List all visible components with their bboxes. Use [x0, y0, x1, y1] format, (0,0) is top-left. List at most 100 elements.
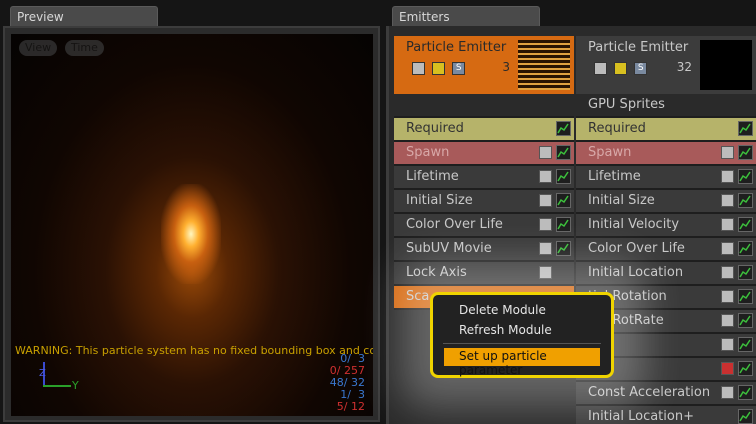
stat-value: 5/ 12: [336, 400, 365, 413]
emitter-title: Particle Emitter: [588, 40, 689, 55]
solo-icon[interactable]: S: [634, 62, 648, 75]
module-row[interactable]: Initial Location: [576, 262, 756, 286]
menu-item-delete-module[interactable]: Delete Module: [459, 303, 546, 317]
curve-editor-icon[interactable]: [738, 193, 753, 208]
module-label: Lock Axis: [406, 265, 467, 280]
bounding-box-warning: WARNING: This particle system has no fix…: [15, 344, 373, 357]
module-row[interactable]: Initial Velocity: [576, 214, 756, 238]
enable-checkbox[interactable]: [721, 266, 734, 279]
preview-viewport[interactable]: View Time WARNING: This particle system …: [11, 34, 373, 416]
menu-item-set-up-particle-parameter[interactable]: Set up particle parameter: [444, 348, 600, 377]
curve-editor-icon[interactable]: [738, 337, 753, 352]
module-row[interactable]: Initial Size: [576, 190, 756, 214]
module-row[interactable]: Color Over Life: [394, 214, 574, 238]
enable-checkbox[interactable]: [721, 194, 734, 207]
emitter-icons: S: [594, 62, 650, 77]
emitter-header-2[interactable]: Particle Emitter S 32: [576, 36, 756, 94]
curve-editor-icon[interactable]: [556, 193, 571, 208]
module-row[interactable]: Initial Size: [394, 190, 574, 214]
emitter-header-1[interactable]: Particle Emitter S 3: [394, 36, 574, 94]
emitter-thumbnail: [700, 40, 752, 90]
module-row[interactable]: Lock Axis: [394, 262, 574, 286]
curve-editor-icon[interactable]: [556, 145, 571, 160]
module-label: Lifetime: [588, 169, 641, 184]
module-label: Initial Location: [588, 265, 684, 280]
module-row[interactable]: Required: [394, 118, 574, 142]
curve-editor-icon[interactable]: [556, 169, 571, 184]
curve-editor-icon[interactable]: [738, 313, 753, 328]
module-row[interactable]: Lifetime: [576, 166, 756, 190]
module-label: Color Over Life: [406, 217, 503, 232]
enable-checkbox[interactable]: [721, 338, 734, 351]
module-row[interactable]: Required: [576, 118, 756, 142]
enable-checkbox[interactable]: [539, 194, 552, 207]
axis-y-label: Y: [72, 379, 79, 392]
menu-item-label: Set up particle parameter: [459, 349, 547, 377]
curve-editor-icon[interactable]: [738, 385, 753, 400]
emitter-icons: S: [412, 62, 468, 77]
axis-gizmo: Z Y: [37, 362, 79, 392]
enable-checkbox[interactable]: [721, 386, 734, 399]
module-label: SubUV Movie: [406, 241, 492, 256]
module-label: Initial Size: [406, 193, 473, 208]
menu-separator: [443, 343, 601, 344]
curve-editor-icon[interactable]: [738, 265, 753, 280]
axis-z-label: Z: [39, 368, 46, 379]
curve-editor-icon[interactable]: [738, 241, 753, 256]
curve-editor-icon[interactable]: [738, 145, 753, 160]
module-label: Spawn: [406, 145, 450, 160]
tab-preview[interactable]: Preview: [10, 6, 158, 26]
particle-effect: [161, 184, 221, 284]
enable-checkbox[interactable]: [721, 290, 734, 303]
enable-checkbox[interactable]: [539, 170, 552, 183]
emitter-thumbnail: [518, 40, 570, 90]
tab-emitters[interactable]: Emitters: [392, 6, 540, 26]
module-row[interactable]: SubUV Movie: [394, 238, 574, 262]
view-button[interactable]: View: [19, 40, 58, 56]
curve-editor-icon[interactable]: [738, 361, 753, 376]
enable-checkbox[interactable]: [721, 314, 734, 327]
enable-checkbox[interactable]: [721, 146, 734, 159]
time-button[interactable]: Time: [65, 40, 104, 56]
curve-editor-icon[interactable]: [556, 217, 571, 232]
module-row[interactable]: Lifetime: [394, 166, 574, 190]
module-row[interactable]: Spawn: [576, 142, 756, 166]
module-row[interactable]: Const Acceleration: [576, 382, 756, 406]
enable-checkbox[interactable]: [539, 218, 552, 231]
curve-editor-icon[interactable]: [738, 289, 753, 304]
curve-editor-icon[interactable]: [738, 409, 753, 424]
curve-editor-icon[interactable]: [738, 121, 753, 136]
module-label: Initial Location+: [588, 409, 694, 424]
solo-icon[interactable]: S: [452, 62, 466, 75]
enable-checkbox[interactable]: [539, 242, 552, 255]
module-row[interactable]: Initial Location+: [576, 406, 756, 424]
module-label: Spawn: [588, 145, 632, 160]
module-label: Required: [406, 121, 464, 136]
enable-checkbox[interactable]: [721, 218, 734, 231]
enable-checkbox-icon[interactable]: [594, 62, 607, 75]
render-mode-icon[interactable]: [432, 62, 446, 75]
module-row[interactable]: Spawn: [394, 142, 574, 166]
emitter-title: Particle Emitter: [406, 40, 507, 55]
module-label: Lifetime: [406, 169, 459, 184]
menu-item-refresh-module[interactable]: Refresh Module: [459, 323, 552, 337]
module-label: Required: [588, 121, 646, 136]
module-context-menu: Delete Module Refresh Module Set up part…: [430, 292, 614, 378]
enable-checkbox[interactable]: [721, 242, 734, 255]
enable-checkbox[interactable]: [721, 170, 734, 183]
render-mode-icon[interactable]: [614, 62, 628, 75]
module-list-2: Required Spawn Lifetime Initial Size Initial…: [576, 118, 756, 424]
enable-checkbox-icon[interactable]: [412, 62, 425, 75]
curve-editor-icon[interactable]: [738, 169, 753, 184]
emitter-type-row: [394, 94, 574, 118]
curve-editor-icon[interactable]: [556, 241, 571, 256]
curve-editor-icon[interactable]: [738, 217, 753, 232]
disabled-checkbox-icon[interactable]: [721, 362, 734, 375]
enable-checkbox[interactable]: [539, 146, 552, 159]
module-row[interactable]: Color Over Life: [576, 238, 756, 262]
preview-panel: View Time WARNING: This particle system …: [3, 26, 380, 422]
enable-checkbox[interactable]: [539, 266, 552, 279]
module-label: Initial Size: [588, 193, 655, 208]
curve-editor-icon[interactable]: [556, 121, 571, 136]
module-list-1: Required Spawn Lifetime Initial Size Color O…: [394, 118, 574, 310]
